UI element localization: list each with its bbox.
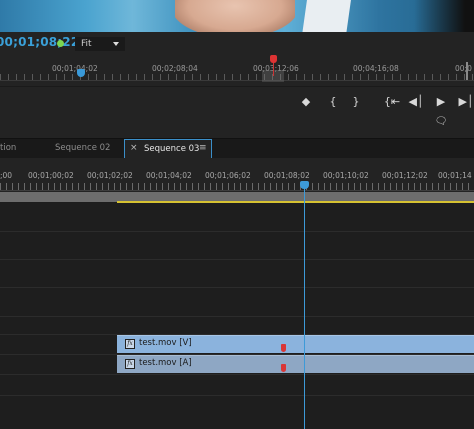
preview-sleeve (302, 0, 352, 32)
playhead-timecode[interactable]: 00;01;08;22 (0, 35, 79, 49)
track-divider (0, 259, 474, 260)
chevron-down-icon (113, 42, 119, 46)
timeline-ruler-label: ;00 (0, 171, 13, 180)
track-divider (0, 231, 474, 232)
timeline-ruler-label: 00;01;06;02 (205, 171, 251, 180)
fx-icon: fx (125, 339, 135, 349)
timeline-ruler-label: 00;01;02;02 (87, 171, 133, 180)
timeline-ruler-label: 00;01;12;02 (382, 171, 428, 180)
close-icon[interactable]: × (130, 139, 138, 158)
monitor-marker-icon[interactable] (270, 55, 277, 63)
timeline-ruler-ticks (0, 183, 474, 190)
monitor-ruler-baseline (0, 80, 474, 81)
track-divider (0, 374, 474, 375)
monitor-ruler-label: 00;02;08;04 (152, 64, 198, 73)
timeline-ruler-label: 00;01;00;02 (28, 171, 74, 180)
menu-icon[interactable]: ≡ (199, 139, 207, 158)
add-marker-button[interactable]: ◆ (298, 94, 314, 110)
transport-controls (0, 86, 474, 138)
track-divider (0, 287, 474, 288)
mark-in-button[interactable]: { (325, 94, 341, 110)
step-forward-button[interactable]: ▶│ (458, 94, 474, 110)
clip-marker-icon[interactable] (281, 344, 286, 352)
monitor-playhead-icon[interactable] (77, 69, 85, 77)
tab-label: Sequence 03 (144, 144, 200, 154)
step-back-button[interactable]: ◀│ (406, 94, 426, 110)
playhead-line[interactable] (304, 184, 305, 429)
preview-shadow (414, 0, 474, 32)
track-divider (0, 395, 474, 396)
comment-icon[interactable]: 🗨 (433, 114, 449, 130)
monitor-ruler-label: 00;01;04;02 (52, 64, 98, 73)
clip-marker-icon[interactable] (281, 364, 286, 372)
tab-sequence-02[interactable]: Sequence 02 (47, 139, 118, 158)
preview-hand (175, 0, 295, 32)
program-monitor-preview (0, 0, 474, 32)
fx-icon: fx (125, 359, 135, 369)
track-divider (0, 316, 474, 317)
audio-clip[interactable]: fx test.mov [A] (117, 355, 474, 373)
mark-out-button[interactable]: } (348, 94, 364, 110)
monitor-marker-line (273, 62, 274, 76)
zoom-fit-select[interactable]: Fit (75, 37, 125, 51)
timeline-ruler-label: 00;01;08;02 (264, 171, 310, 180)
premiere-editor: 00;01;08;22 Fit 00;01;04;02 00;02;08;04 … (0, 0, 474, 429)
clip-name: test.mov [V] (139, 338, 192, 348)
timeline-ruler-label: 00;01;04;02 (146, 171, 192, 180)
monitor-ruler-label: 00;04;16;08 (353, 64, 399, 73)
timeline-ruler-label: 00;01;10;02 (323, 171, 369, 180)
clip-name: test.mov [A] (139, 358, 192, 368)
timeline-ruler-baseline (0, 190, 474, 191)
go-to-in-button[interactable]: {⇤ (382, 94, 402, 110)
tab-sequence-prev[interactable]: tion (0, 139, 24, 158)
monitor-zoom-handle[interactable] (466, 62, 468, 80)
timeline-ruler-label: 00;01;14 (438, 171, 472, 180)
playhead-icon[interactable] (300, 181, 309, 189)
zoom-fit-label: Fit (81, 39, 92, 49)
video-clip[interactable]: fx test.mov [V] (117, 335, 474, 353)
play-button[interactable]: ▶ (433, 94, 449, 110)
monitor-ruler-label: 00;0 (455, 64, 472, 73)
status-dot (57, 40, 64, 47)
